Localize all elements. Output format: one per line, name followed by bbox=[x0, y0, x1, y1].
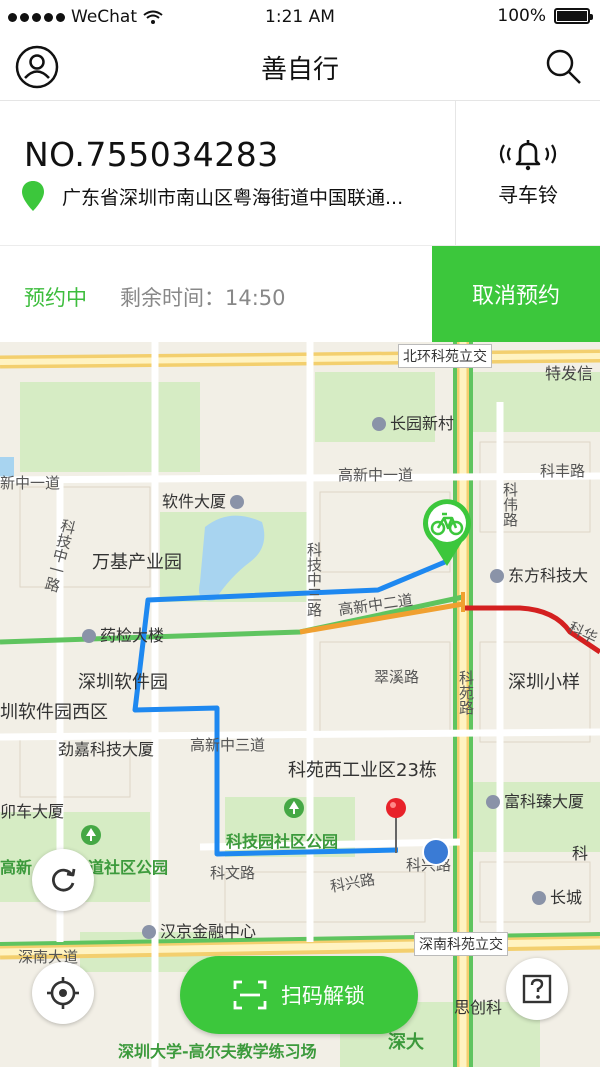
help-icon bbox=[522, 974, 552, 1004]
cancel-reservation-button[interactable]: 取消预约 bbox=[432, 246, 600, 342]
map-label-hanjing: 汉京金融中心 bbox=[142, 918, 256, 942]
map-label-chaoda: 卯车大厦 bbox=[0, 802, 65, 821]
map-label-ruanjian: 软件大厦 bbox=[162, 488, 248, 512]
reservation-status: 预约中 bbox=[24, 286, 87, 310]
park-icon bbox=[81, 825, 101, 845]
map-label-tefa: 特发信 bbox=[545, 364, 594, 383]
map-label-dongfang: 东方科技大 bbox=[490, 562, 588, 586]
scan-icon bbox=[233, 980, 267, 1010]
map-label-kefeng: 科丰路 bbox=[540, 462, 586, 480]
map-label-fuke: 富科臻大厦 bbox=[486, 788, 584, 812]
map-label-keyuanxi: 科苑西工业区23栋 bbox=[288, 760, 437, 781]
location-pin-icon bbox=[22, 181, 44, 211]
nav-bar: 善自行 bbox=[0, 34, 600, 101]
scan-unlock-label: 扫码解锁 bbox=[281, 984, 365, 1008]
map-label-kewei: 科伟路 bbox=[501, 482, 519, 527]
building-icon bbox=[142, 925, 156, 939]
bike-marker-icon[interactable] bbox=[420, 498, 474, 568]
battery-icon bbox=[554, 8, 593, 24]
bike-code: NO.755034283 bbox=[24, 135, 279, 174]
map-label-changcheng: 长城 bbox=[532, 884, 582, 908]
map-label-wanji: 万基产业园 bbox=[92, 552, 182, 573]
help-button[interactable] bbox=[506, 958, 568, 1020]
map-label-jinjia: 劲嘉科技大厦 bbox=[58, 740, 155, 759]
map-label-kewen: 科文路 bbox=[210, 864, 256, 882]
bell-ring-icon bbox=[499, 140, 557, 171]
map-label-kejiyuanpark: 科技园社区公园 bbox=[226, 832, 339, 851]
map-label-szu: 深圳大学-高尔夫教学练习场 bbox=[118, 1042, 317, 1061]
refresh-icon bbox=[52, 868, 76, 892]
battery-group: 100% bbox=[497, 6, 593, 26]
map-label-changyuan: 长园新村 bbox=[372, 410, 454, 434]
building-icon bbox=[230, 495, 245, 509]
building-icon bbox=[82, 629, 96, 643]
building-icon bbox=[372, 417, 386, 431]
battery-percent: 100% bbox=[497, 6, 546, 26]
map-label-parkright: 道社区公园 bbox=[88, 858, 169, 877]
building-icon bbox=[490, 569, 504, 583]
map-label-gaoxin3: 高新中三道 bbox=[190, 736, 266, 754]
park-icon bbox=[284, 798, 304, 818]
map-label-gaoxinpark: 高新 bbox=[0, 858, 33, 877]
refresh-button[interactable] bbox=[32, 849, 94, 911]
bike-address: 广东省深圳市南山区粤海街道中国联通... bbox=[62, 186, 404, 209]
map-label-gaoxin1b: 新中一道 bbox=[0, 474, 61, 492]
scan-unlock-button[interactable]: 扫码解锁 bbox=[180, 956, 418, 1034]
map-label-yaojian: 药检大楼 bbox=[82, 622, 164, 646]
map-label-ke: 科 bbox=[572, 844, 589, 863]
remaining-time: 剩余时间：14:50 bbox=[120, 286, 286, 310]
map-label-keyuan: 科苑路 bbox=[457, 670, 475, 715]
status-bar: WeChat 1:21 AM 100% bbox=[0, 0, 600, 34]
bike-info-card: NO.755034283 广东省深圳市南山区粤海街道中国联通... 寻车铃 bbox=[0, 101, 600, 246]
map-label-beihuan: 北环科苑立交 bbox=[398, 344, 492, 368]
locate-button[interactable] bbox=[32, 962, 94, 1024]
destination-pin-icon bbox=[386, 798, 406, 853]
map-label-shenda: 深大 bbox=[388, 1032, 424, 1053]
address-row: 广东省深圳市南山区粤海街道中国联通... bbox=[22, 181, 403, 211]
find-bell-label: 寻车铃 bbox=[498, 183, 558, 207]
find-bell-button[interactable]: 寻车铃 bbox=[456, 101, 600, 245]
map-label-cuixi: 翠溪路 bbox=[374, 668, 420, 686]
map-label-ruanjianyuan: 深圳软件园 bbox=[78, 672, 168, 693]
page-title: 善自行 bbox=[260, 55, 339, 85]
reservation-bar: 预约中 剩余时间：14:50 取消预约 bbox=[0, 246, 600, 342]
building-icon bbox=[486, 795, 500, 809]
map-label-ruanjianxiyuan: 圳软件园西区 bbox=[0, 702, 108, 723]
locate-icon bbox=[47, 977, 79, 1009]
map-label-gaoxin1a: 高新中一道 bbox=[338, 466, 414, 484]
map-label-kejizhong3: 科技中三路 bbox=[305, 542, 323, 617]
map-label-shenzhenxiaomei: 深圳小样 bbox=[508, 672, 580, 693]
user-location-dot bbox=[422, 838, 450, 866]
building-icon bbox=[532, 891, 546, 905]
search-icon[interactable] bbox=[544, 47, 584, 87]
map-label-shennankeyuan: 深南科苑立交 bbox=[414, 932, 508, 956]
map-label-sichuang: 思创科 bbox=[454, 998, 503, 1017]
